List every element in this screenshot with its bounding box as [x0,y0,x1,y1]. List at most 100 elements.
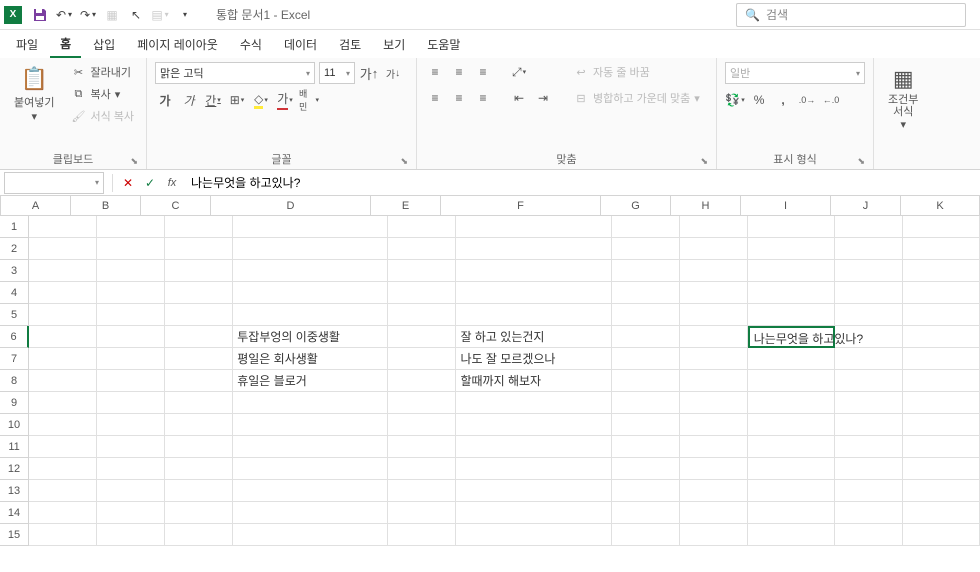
cell-D6[interactable]: 투잡부엉의 이중생활 [233,326,388,348]
cell-J10[interactable] [835,414,903,436]
cell-E2[interactable] [388,238,456,260]
undo-button[interactable]: ↶▾ [53,4,75,26]
decrease-decimal-button[interactable]: ←.0 [821,90,841,110]
cell-D10[interactable] [233,414,388,436]
row-header-9[interactable]: 9 [0,392,29,414]
cell-I5[interactable] [748,304,835,326]
merge-center-button[interactable]: ⊟병합하고 가운데 맞춤 ▾ [569,88,704,108]
cell-I9[interactable] [748,392,835,414]
qat-customize[interactable]: ▾ [173,4,195,26]
col-header-I[interactable]: I [741,196,831,215]
cell-D2[interactable] [233,238,388,260]
cell-H8[interactable] [680,370,748,392]
cell-J5[interactable] [835,304,903,326]
cell-E9[interactable] [388,392,456,414]
cell-F11[interactable] [456,436,611,458]
col-header-B[interactable]: B [71,196,141,215]
number-format-combo[interactable]: 일반▾ [725,62,865,84]
cell-I4[interactable] [748,282,835,304]
cell-H1[interactable] [680,216,748,238]
cell-E4[interactable] [388,282,456,304]
cell-J1[interactable] [835,216,903,238]
cell-A6[interactable] [29,326,97,348]
cell-H7[interactable] [680,348,748,370]
cell-G12[interactable] [612,458,680,480]
cell-B10[interactable] [97,414,165,436]
cursor-icon[interactable]: ↖ [125,4,147,26]
cell-G1[interactable] [612,216,680,238]
cell-F10[interactable] [456,414,611,436]
cell-I7[interactable] [748,348,835,370]
cell-A2[interactable] [29,238,97,260]
cell-C6[interactable] [165,326,233,348]
cell-K15[interactable] [903,524,980,546]
cell-D13[interactable] [233,480,388,502]
cell-D12[interactable] [233,458,388,480]
font-size-combo[interactable]: 11▾ [319,62,355,84]
row-header-2[interactable]: 2 [0,238,29,260]
cell-K4[interactable] [903,282,980,304]
cell-J7[interactable] [835,348,903,370]
cell-E1[interactable] [388,216,456,238]
cell-H4[interactable] [680,282,748,304]
cell-C4[interactable] [165,282,233,304]
cell-D11[interactable] [233,436,388,458]
fill-color-button[interactable]: ◇▾ [251,90,271,110]
col-header-K[interactable]: K [901,196,980,215]
align-center-button[interactable]: ≡ [449,88,469,108]
row-header-11[interactable]: 11 [0,436,29,458]
cell-H5[interactable] [680,304,748,326]
dialog-launcher-icon[interactable]: ⬊ [400,156,408,167]
font-name-combo[interactable]: 맑은 고딕▾ [155,62,315,84]
row-header-6[interactable]: 6 [0,326,29,348]
cell-B1[interactable] [97,216,165,238]
cell-E15[interactable] [388,524,456,546]
col-header-H[interactable]: H [671,196,741,215]
cell-J9[interactable] [835,392,903,414]
cell-F2[interactable] [456,238,611,260]
cell-H12[interactable] [680,458,748,480]
align-left-button[interactable]: ≡ [425,88,445,108]
cell-H3[interactable] [680,260,748,282]
cell-A9[interactable] [29,392,97,414]
cell-C9[interactable] [165,392,233,414]
align-top-button[interactable]: ≡ [425,62,445,82]
cell-G10[interactable] [612,414,680,436]
cell-I15[interactable] [748,524,835,546]
cell-A5[interactable] [29,304,97,326]
cell-J4[interactable] [835,282,903,304]
cell-E5[interactable] [388,304,456,326]
cell-A7[interactable] [29,348,97,370]
cell-J12[interactable] [835,458,903,480]
cell-C7[interactable] [165,348,233,370]
dialog-launcher-icon[interactable]: ⬊ [857,156,865,167]
cell-H6[interactable] [680,326,748,348]
cell-C10[interactable] [165,414,233,436]
cell-A13[interactable] [29,480,97,502]
row-header-10[interactable]: 10 [0,414,29,436]
cell-J14[interactable] [835,502,903,524]
accounting-format-button[interactable]: 💱▾ [725,90,745,110]
cell-E3[interactable] [388,260,456,282]
format-painter-button[interactable]: 🖌서식 복사 [66,106,138,126]
cell-B4[interactable] [97,282,165,304]
comma-format-button[interactable]: , [773,90,793,110]
col-header-G[interactable]: G [601,196,671,215]
confirm-icon[interactable]: ✓ [139,172,161,194]
paste-button[interactable]: 📋 붙여넣기 ▾ [8,62,60,127]
row-header-4[interactable]: 4 [0,282,29,304]
tab-파일[interactable]: 파일 [6,32,48,57]
cell-F12[interactable] [456,458,611,480]
row-header-3[interactable]: 3 [0,260,29,282]
row-header-12[interactable]: 12 [0,458,29,480]
spreadsheet-grid[interactable]: ABCDEFGHIJK 123456투잡부엉의 이중생활잘 하고 있는건지나는무… [0,196,980,546]
border-button[interactable]: ⊞▾ [227,90,247,110]
tab-데이터[interactable]: 데이터 [274,32,327,57]
cell-F4[interactable] [456,282,611,304]
cell-E8[interactable] [388,370,456,392]
qat-button-1[interactable]: ▦ [101,4,123,26]
cell-I13[interactable] [748,480,835,502]
cell-K1[interactable] [903,216,980,238]
dialog-launcher-icon[interactable]: ⬊ [700,156,708,167]
italic-button[interactable]: 가 [179,90,199,110]
